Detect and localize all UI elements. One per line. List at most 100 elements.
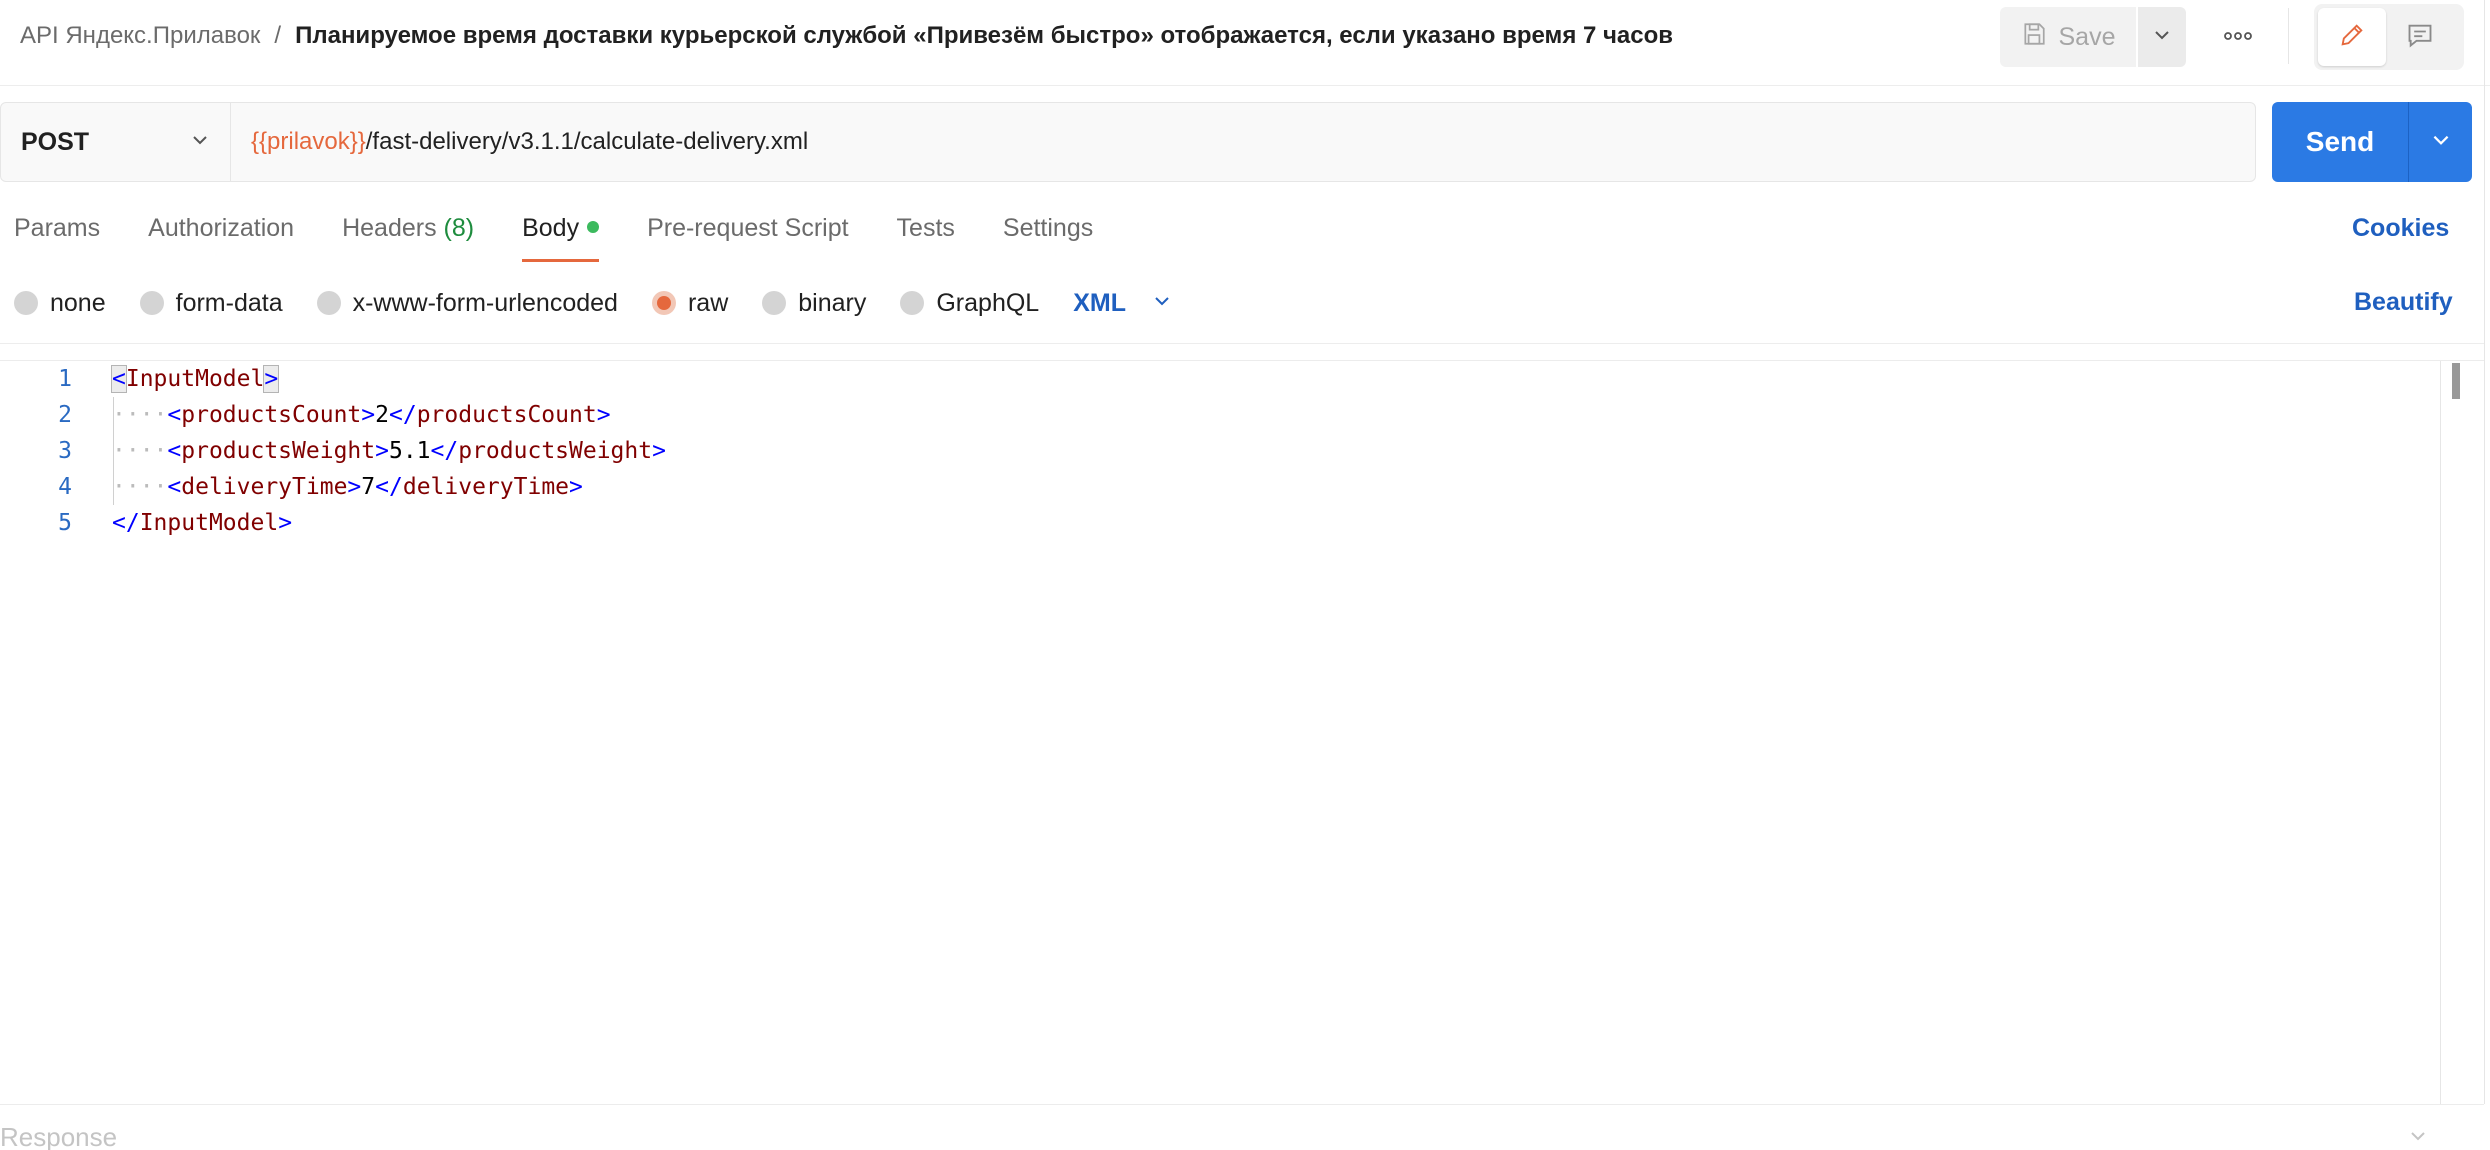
send-options-button[interactable] [2409, 102, 2472, 182]
tab-label: Body [522, 214, 580, 242]
save-button-group: Save [2000, 7, 2186, 67]
url-input[interactable]: {{prilavok}}/fast-delivery/v3.1.1/calcul… [231, 103, 2255, 181]
tab-label: Pre-request Script [647, 214, 849, 242]
edit-mode-button[interactable] [2318, 8, 2386, 66]
code-bracket: < [167, 474, 182, 500]
tab-settings[interactable]: Settings [1003, 200, 1093, 262]
body-type-form-data[interactable]: form-data [139, 289, 283, 318]
floppy-disk-icon [2021, 21, 2047, 54]
request-header: API Яндекс.Прилавок / Планируемое время … [0, 0, 2490, 86]
method-label: POST [21, 127, 90, 156]
body-type-options: none form-data x-www-form-urlencoded raw… [14, 283, 1172, 323]
radio-button[interactable] [762, 291, 787, 315]
radio-label: GraphQL [936, 288, 1040, 317]
code-bracket: </ [430, 438, 459, 464]
tab-params[interactable]: Params [14, 200, 100, 262]
chevron-down-icon [1152, 289, 1172, 318]
body-format-select[interactable]: XML [1073, 289, 1172, 318]
code-tag: productsWeight [181, 438, 376, 464]
breadcrumb-collection[interactable]: API Яндекс.Прилавок [20, 22, 260, 50]
body-format-label: XML [1073, 288, 1126, 317]
tab-headers[interactable]: Headers (8) [342, 200, 474, 262]
save-label: Save [2058, 22, 2116, 51]
tab-label: Settings [1002, 214, 1094, 242]
chevron-down-icon[interactable] [2408, 1126, 2428, 1150]
view-mode-toggle [2314, 4, 2464, 70]
code-line: ····<deliveryTime>7</deliveryTime> [112, 469, 583, 505]
code-tag: deliveryTime [402, 474, 570, 500]
chevron-down-icon [2430, 129, 2452, 156]
divider [0, 343, 2484, 344]
comments-button[interactable] [2386, 8, 2454, 66]
code-value: 5.1 [388, 438, 431, 464]
line-number: 2 [58, 402, 72, 428]
radio-button[interactable] [14, 291, 38, 315]
code-bracket: > [278, 510, 293, 536]
code-tag: productsCount [416, 402, 597, 428]
save-button[interactable]: Save [2000, 7, 2136, 67]
body-type-none[interactable]: none [14, 289, 106, 318]
body-type-raw[interactable]: raw [651, 288, 729, 318]
code-content: <InputModel> ····<productsCount>2</produ… [111, 361, 666, 613]
send-button[interactable]: Send [2272, 102, 2408, 182]
code-bracket: > [347, 474, 362, 500]
line-number-gutter: 1 2 3 4 5 [0, 361, 90, 1104]
code-indent: ···· [112, 438, 168, 464]
chevron-down-icon [2152, 25, 2172, 50]
radio-label: raw [687, 288, 729, 317]
request-editor: API Яндекс.Прилавок / Планируемое время … [0, 0, 2490, 1150]
code-bracket: > [569, 474, 583, 500]
tab-authorization[interactable]: Authorization [148, 200, 294, 262]
code-value: 7 [361, 474, 376, 500]
more-actions-button[interactable] [2210, 7, 2266, 67]
code-tag: productsCount [181, 402, 362, 428]
code-bracket: </ [388, 402, 417, 428]
body-type-graphql[interactable]: GraphQL [900, 289, 1039, 318]
code-bracket: > [263, 365, 280, 393]
code-editor[interactable]: 1 2 3 4 5 <InputModel> ····<productsCoun… [0, 360, 2484, 1105]
code-tag: InputModel [139, 510, 279, 536]
beautify-link[interactable]: Beautify [2354, 288, 2453, 317]
code-line: </InputModel> [112, 505, 292, 541]
tab-label: Tests [896, 214, 955, 242]
code-tag: productsWeight [458, 438, 653, 464]
code-line: <InputModel> [111, 361, 280, 397]
code-line: ····<productsWeight>5.1</productsWeight> [112, 433, 666, 469]
breadcrumb: API Яндекс.Прилавок / Планируемое время … [20, 0, 1673, 72]
tab-body[interactable]: Body [522, 200, 600, 262]
url-bar: POST {{prilavok}}/fast-delivery/v3.1.1/c… [0, 102, 2256, 182]
url-path: /fast-delivery/v3.1.1/calculate-delivery… [365, 128, 809, 155]
editor-scrollbar-thumb[interactable] [2452, 363, 2460, 399]
tab-tests[interactable]: Tests [897, 200, 955, 262]
cookies-link[interactable]: Cookies [2352, 214, 2449, 243]
request-title[interactable]: Планируемое время доставки курьерской сл… [295, 22, 1673, 50]
code-line: ····<productsCount>2</productsCount> [112, 397, 611, 433]
code-bracket: > [596, 402, 611, 428]
code-bracket: > [361, 402, 376, 428]
editor-scrollbar-track [2440, 361, 2441, 1104]
code-tag: InputModel [125, 366, 265, 392]
code-bracket: < [111, 365, 127, 393]
radio-button[interactable] [316, 291, 341, 315]
code-bracket: < [167, 438, 182, 464]
radio-label: none [50, 288, 106, 317]
tab-pre-request-script[interactable]: Pre-request Script [647, 200, 848, 262]
save-options-button[interactable] [2138, 7, 2186, 67]
body-type-urlencoded[interactable]: x-www-form-urlencoded [316, 289, 618, 318]
pencil-icon [2338, 21, 2366, 54]
send-button-group: Send [2272, 102, 2472, 182]
response-panel-header[interactable]: Response [0, 1122, 117, 1150]
radio-button[interactable] [900, 291, 925, 315]
method-select[interactable]: POST [1, 103, 231, 181]
body-type-binary[interactable]: binary [762, 289, 866, 318]
chevron-down-icon [190, 128, 210, 157]
comment-icon [2406, 21, 2434, 54]
radio-button-checked[interactable] [651, 291, 676, 315]
radio-button[interactable] [139, 291, 164, 315]
code-value: 2 [375, 402, 389, 428]
request-tabs: Params Authorization Headers (8) Body Pr… [14, 200, 1141, 262]
body-indicator-dot [587, 221, 600, 234]
line-number: 1 [58, 366, 72, 392]
code-bracket: </ [112, 510, 140, 536]
code-indent: ···· [112, 474, 168, 500]
